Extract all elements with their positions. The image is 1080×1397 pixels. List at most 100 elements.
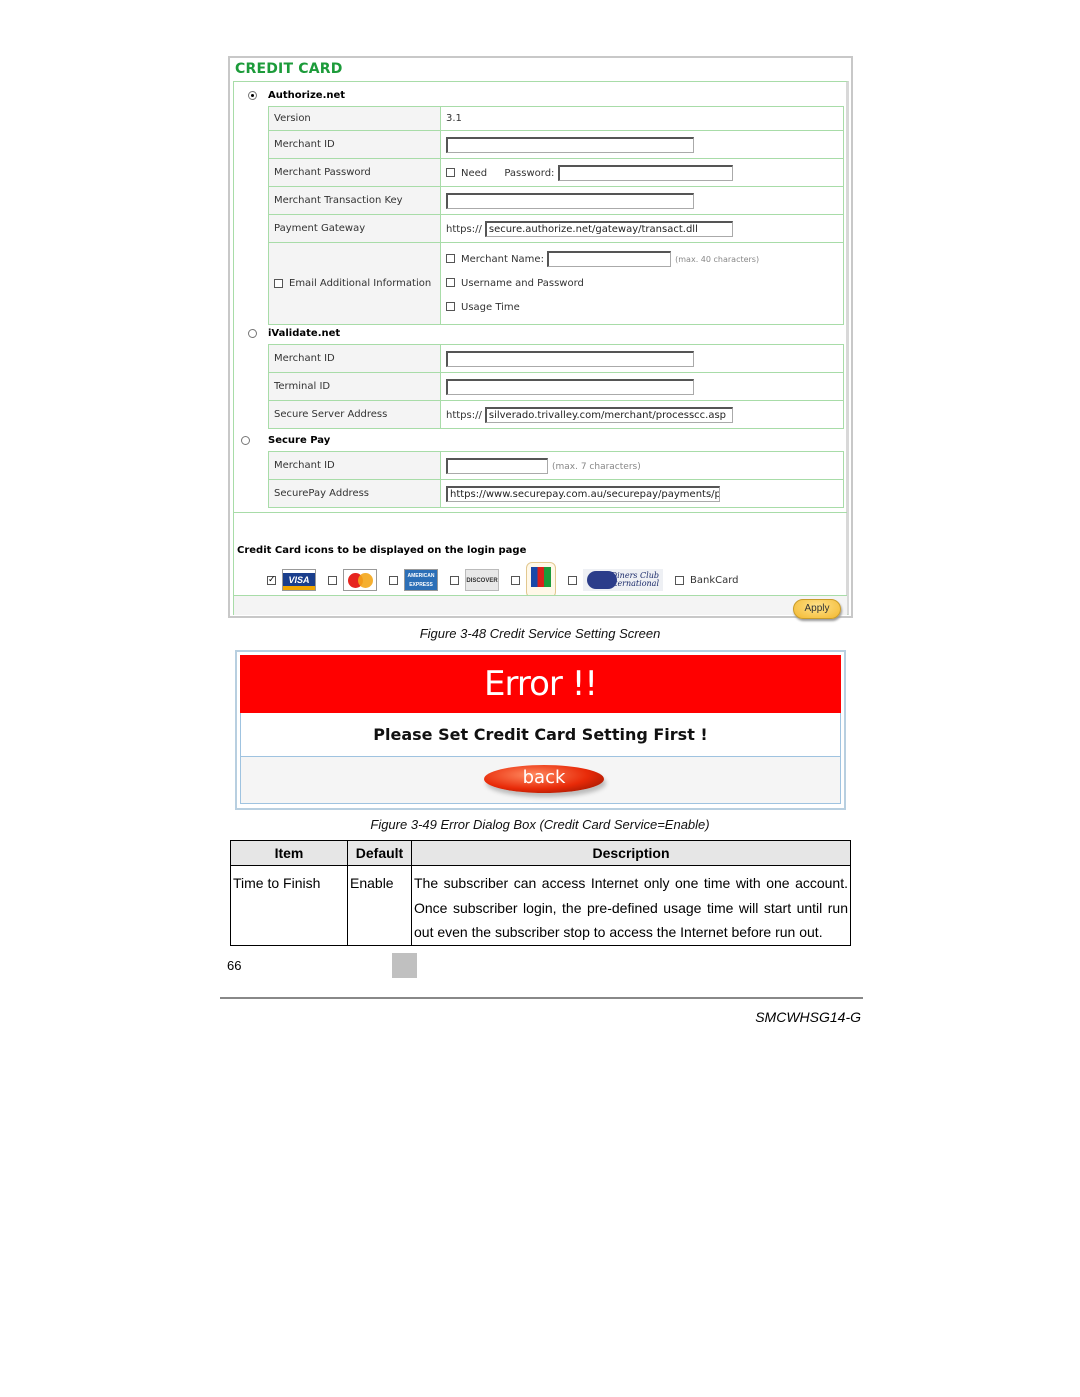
securepay-merchant-id-label: Merchant ID [268,451,441,480]
password-input[interactable] [557,164,733,181]
securepay-merchant-id-input[interactable] [446,457,548,474]
version-row: Version 3.1 [268,106,844,131]
terminal-id-label: Terminal ID [268,372,441,401]
authorize-net-radio[interactable] [248,91,257,100]
apply-bar: Apply [234,595,847,619]
merchant-id-label: Merchant ID [268,130,441,159]
merchant-name-option: Merchant Name: (max. 40 characters) [446,248,838,272]
transaction-key-label: Merchant Transaction Key [268,186,441,215]
transaction-key-row: Merchant Transaction Key [268,186,844,215]
need-label: Need [461,167,488,179]
description-cell: The subscriber can access Internet only … [411,865,851,946]
spec-header-row: Item Default Description [230,840,851,866]
credit-card-title: CREDIT CARD [235,61,343,77]
securepay-address-input[interactable]: https://www.securepay.com.au/securepay/p… [446,485,720,502]
payment-gateway-row: Payment Gateway https://secure.authorize… [268,214,844,243]
merchant-name-hint: (max. 40 characters) [675,254,760,264]
usage-time-checkbox[interactable] [446,302,455,311]
securepay-address-row: SecurePay Address https://www.securepay.… [268,479,844,508]
discover-checkbox[interactable] [450,575,459,585]
page-number: 66 [227,958,242,973]
item-cell: Time to Finish [230,865,348,946]
card-icons-row: VISA AMERICAN EXPRESS DISCOVER Diners Cl… [267,562,739,598]
error-header: Error !! [240,655,841,713]
merchant-name-checkbox[interactable] [446,254,455,263]
username-password-checkbox[interactable] [446,278,455,287]
secure-server-row: Secure Server Address https://silverado.… [268,400,844,429]
error-dialog: Error !! Please Set Credit Card Setting … [235,650,846,810]
merchant-password-label: Merchant Password [268,158,441,187]
spec-table: Item Default Description Time to Finish … [230,840,851,946]
jcb-checkbox[interactable] [511,575,520,585]
secure-server-input[interactable]: silverado.trivalley.com/merchant/process… [484,406,733,423]
username-password-label: Username and Password [461,277,584,289]
secure-server-prefix: https:// [446,409,482,421]
securepay-merchant-id-hint: (max. 7 characters) [552,461,641,472]
email-info-cell: Email Additional Information [268,242,441,325]
email-info-row: Email Additional Information Merchant Na… [268,242,844,325]
amex-checkbox[interactable] [389,575,398,585]
secure-pay-radio[interactable] [241,436,250,445]
authorize-net-table: Version 3.1 Merchant ID Merchant Passwor… [268,106,844,325]
email-info-checkbox[interactable] [274,278,283,288]
diners-checkbox[interactable] [568,575,577,585]
secure-pay-table: Merchant ID (max. 7 characters) SecurePa… [268,451,844,508]
ivalidate-option[interactable]: iValidate.net [248,328,340,339]
need-password-checkbox[interactable] [446,168,455,177]
password-label: Password: [504,167,555,179]
usage-time-label: Usage Time [461,301,520,313]
version-label: Version [268,106,441,131]
secure-server-label: Secure Server Address [268,400,441,429]
gateway-prefix: https:// [446,223,482,235]
securepay-merchant-row: Merchant ID (max. 7 characters) [268,451,844,480]
diners-club-logo-icon: Diners Club International [583,569,663,591]
jcb-logo-icon [526,562,556,598]
visa-logo-icon: VISA [282,569,316,591]
discover-logo-icon: DISCOVER [465,569,499,591]
payment-gateway-label: Payment Gateway [268,214,441,243]
gray-marker [392,953,417,978]
figure-caption-credit-service: Figure 3-48 Credit Service Setting Scree… [419,626,661,641]
model-name: SMCWHSG14-G [755,1009,861,1025]
apply-button[interactable]: Apply [793,599,841,619]
authorize-net-option[interactable]: Authorize.net [248,90,345,101]
credit-card-screenshot: CREDIT CARD Authorize.net Version 3.1 Me… [228,56,853,619]
merchant-id-row: Merchant ID [268,130,844,159]
ivalidate-merchant-id-input[interactable] [446,350,694,367]
ivalidate-merchant-id-label: Merchant ID [268,344,441,373]
merchant-name-label: Merchant Name: [461,253,544,265]
securepay-address-label: SecurePay Address [268,479,441,508]
divider [234,512,847,513]
ivalidate-radio[interactable] [248,329,257,338]
error-footer: back [240,757,841,804]
back-button[interactable]: back [484,765,604,793]
merchant-id-input[interactable] [446,136,694,153]
card-icons-title: Credit Card icons to be displayed on the… [237,545,527,556]
email-info-label: Email Additional Information [289,278,432,289]
header-description: Description [411,840,851,866]
figure-caption-error-dialog: Figure 3-49 Error Dialog Box (Credit Car… [370,817,710,832]
transaction-key-input[interactable] [446,192,694,209]
terminal-id-row: Terminal ID [268,372,844,401]
ivalidate-merchant-row: Merchant ID [268,344,844,373]
terminal-id-input[interactable] [446,378,694,395]
header-item: Item [230,840,348,866]
ivalidate-table: Merchant ID Terminal ID Secure Server Ad… [268,344,844,429]
default-cell: Enable [347,865,412,946]
error-message: Please Set Credit Card Setting First ! [240,713,841,757]
usage-time-option: Usage Time [446,296,838,320]
username-password-option: Username and Password [446,272,838,296]
mastercard-checkbox[interactable] [328,575,337,585]
version-value: 3.1 [440,106,844,131]
authorize-net-label: Authorize.net [268,90,346,101]
secure-pay-option[interactable]: Secure Pay [241,435,330,446]
visa-checkbox[interactable] [267,574,276,585]
footer-rule [220,997,863,999]
merchant-name-input[interactable] [547,250,672,267]
gateway-input[interactable]: secure.authorize.net/gateway/transact.dl… [484,220,733,237]
mastercard-logo-icon [343,569,377,591]
secure-pay-label: Secure Pay [268,435,331,446]
ivalidate-label: iValidate.net [268,328,341,339]
bankcard-checkbox[interactable] [675,575,684,585]
header-default: Default [347,840,412,866]
